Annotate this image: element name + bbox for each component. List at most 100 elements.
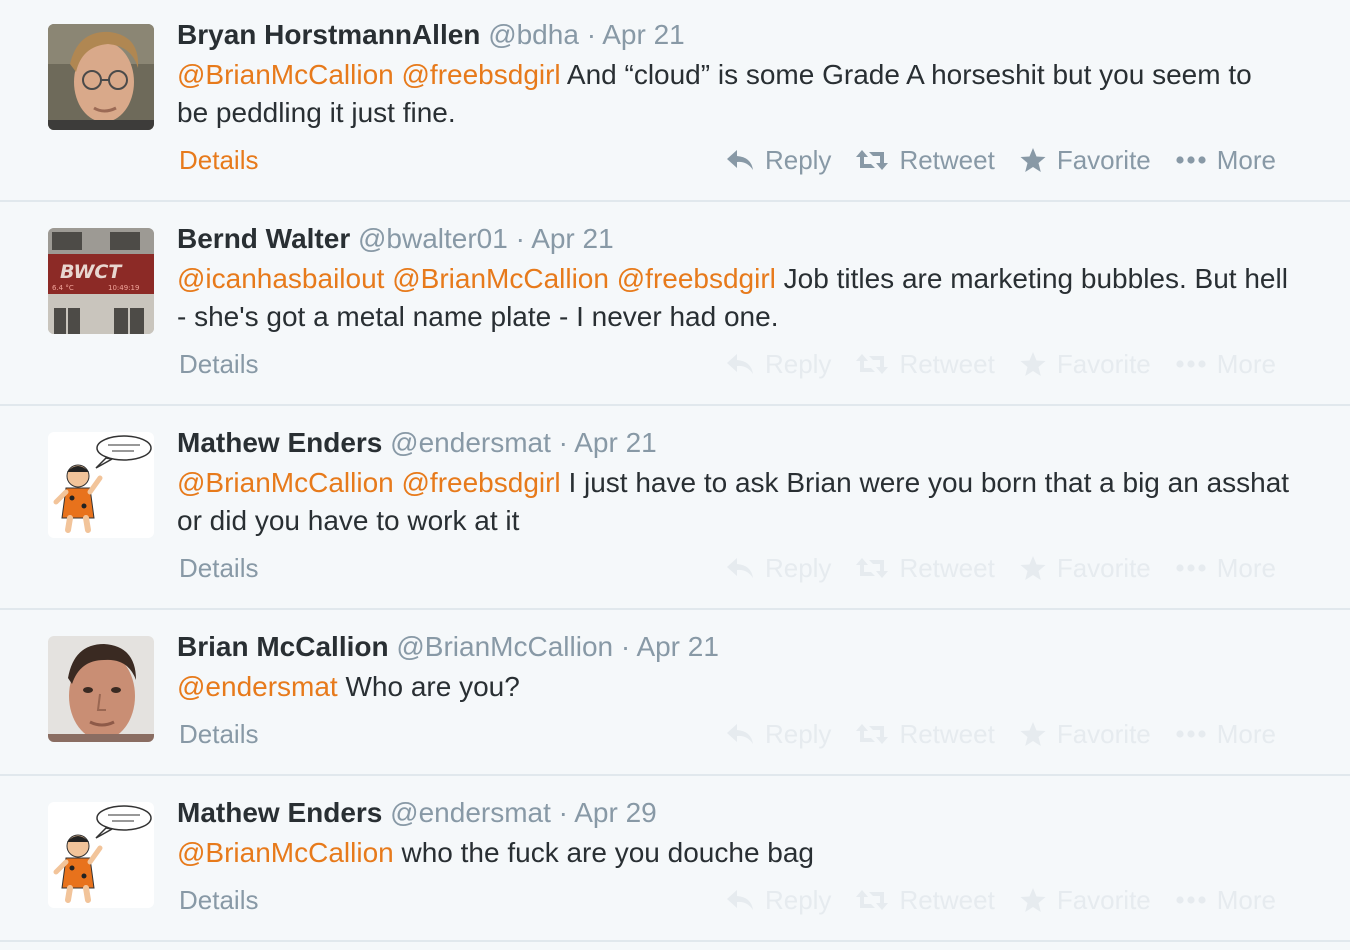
mention-link[interactable]: @BrianMcCallion	[177, 837, 394, 868]
mention-link[interactable]: @BrianMcCallion	[392, 263, 609, 294]
more-button[interactable]: More	[1175, 553, 1276, 584]
retweet-icon	[855, 886, 889, 914]
retweet-button[interactable]: Retweet	[855, 348, 995, 380]
avatar-sign-temperature: 6.4 °C	[52, 284, 74, 292]
details-link[interactable]: Details	[179, 140, 258, 180]
reply-button[interactable]: Reply	[725, 885, 831, 916]
more-label: More	[1216, 144, 1276, 175]
star-icon	[1019, 720, 1047, 748]
retweet-button[interactable]: Retweet	[855, 553, 995, 584]
more-dots-icon	[1175, 350, 1207, 378]
details-link[interactable]: Details	[179, 714, 258, 754]
tweet-item[interactable]: Brian McCallion @BrianMcCallion · Apr 21…	[0, 610, 1350, 776]
user-fullname[interactable]: Bernd Walter	[177, 223, 350, 254]
avatar[interactable]	[48, 24, 154, 130]
user-handle[interactable]: @endersmat	[390, 427, 551, 458]
mention-link[interactable]: @icanhasbailout	[177, 263, 384, 294]
tweet-timestamp[interactable]: Apr 29	[574, 797, 657, 828]
reply-button[interactable]: Reply	[725, 145, 831, 176]
details-link[interactable]: Details	[179, 548, 258, 588]
tweet-actions: Reply Retweet Favorite More	[701, 714, 1276, 754]
user-handle[interactable]: @bdha	[488, 19, 579, 50]
tweet-actions: Reply Retweet Favorite More	[701, 880, 1276, 920]
more-label: More	[1216, 552, 1276, 583]
tweet-timestamp[interactable]: Apr 21	[636, 631, 719, 662]
more-button[interactable]: More	[1175, 719, 1276, 750]
user-fullname[interactable]: Brian McCallion	[177, 631, 389, 662]
more-button[interactable]: More	[1175, 145, 1276, 176]
mention-link[interactable]: @endersmat	[177, 671, 338, 702]
more-button[interactable]: More	[1175, 349, 1276, 380]
retweet-label: Retweet	[899, 884, 995, 915]
avatar[interactable]	[48, 802, 154, 908]
user-handle[interactable]: @bwalter01	[358, 223, 508, 254]
portrait-man-avatar	[48, 636, 154, 742]
avatar[interactable]	[48, 636, 154, 742]
favorite-button[interactable]: Favorite	[1019, 719, 1151, 750]
avatar[interactable]	[48, 432, 154, 538]
mention-link[interactable]: @freebsdgirl	[402, 59, 561, 90]
tweet-item[interactable]: Mathew Enders @endersmat · Apr 29 @Brian…	[0, 776, 1350, 942]
reply-button[interactable]: Reply	[725, 553, 831, 584]
separator-dot: ·	[558, 427, 568, 458]
tweet-timestamp[interactable]: Apr 21	[602, 19, 685, 50]
details-link[interactable]: Details	[179, 880, 258, 920]
tweet-timestamp[interactable]: Apr 21	[574, 427, 657, 458]
mention-link[interactable]: @BrianMcCallion	[177, 467, 394, 498]
star-icon	[1019, 146, 1047, 174]
mention-link[interactable]: @freebsdgirl	[402, 467, 561, 498]
user-handle[interactable]: @BrianMcCallion	[396, 631, 613, 662]
tweet-footer: Details Reply Retweet Favorite More	[177, 548, 1290, 588]
user-fullname[interactable]: Mathew Enders	[177, 427, 382, 458]
separator-dot: ·	[558, 797, 568, 828]
tweet-footer: Details Reply Retweet Favorite More	[177, 880, 1290, 920]
tweet-text: @BrianMcCallion who the fuck are you dou…	[177, 834, 1290, 872]
favorite-label: Favorite	[1056, 144, 1151, 175]
favorite-label: Favorite	[1056, 552, 1151, 583]
reply-icon	[725, 350, 755, 378]
mention-link[interactable]: @BrianMcCallion	[177, 59, 394, 90]
cartoon-caveman-avatar	[48, 802, 154, 908]
tweet-text: @icanhasbailout @BrianMcCallion @freebsd…	[177, 260, 1290, 336]
favorite-button[interactable]: Favorite	[1019, 553, 1151, 584]
retweet-button[interactable]: Retweet	[855, 719, 995, 750]
tweet-header: Mathew Enders @endersmat · Apr 29	[177, 796, 1290, 830]
favorite-button[interactable]: Favorite	[1019, 349, 1151, 380]
more-dots-icon	[1175, 886, 1207, 914]
avatar[interactable]: BWCT 6.4 °C 10:49:19	[48, 228, 154, 334]
more-label: More	[1216, 884, 1276, 915]
retweet-label: Retweet	[899, 348, 995, 379]
retweet-button[interactable]: Retweet	[855, 145, 995, 176]
tweet-text: @BrianMcCallion @freebsdgirl And “cloud”…	[177, 56, 1290, 132]
user-fullname[interactable]: Bryan HorstmannAllen	[177, 19, 480, 50]
more-dots-icon	[1175, 554, 1207, 582]
tweet-actions: Reply Retweet Favorite More	[701, 344, 1276, 384]
retweet-icon	[855, 720, 889, 748]
details-link[interactable]: Details	[179, 344, 258, 384]
star-icon	[1019, 350, 1047, 378]
reply-button[interactable]: Reply	[725, 349, 831, 380]
reply-icon	[725, 554, 755, 582]
tweet-text: @BrianMcCallion @freebsdgirl I just have…	[177, 464, 1290, 540]
tweet-item[interactable]: BWCT 6.4 °C 10:49:19 Bernd Walter @bwalt…	[0, 202, 1350, 406]
user-fullname[interactable]: Mathew Enders	[177, 797, 382, 828]
tweet-timestamp[interactable]: Apr 21	[531, 223, 614, 254]
tweet-actions: Reply Retweet Favorite More	[701, 140, 1276, 180]
tweet-item[interactable]: Bryan HorstmannAllen @bdha · Apr 21 @Bri…	[0, 0, 1350, 202]
tweet-header: Mathew Enders @endersmat · Apr 21	[177, 426, 1290, 460]
reply-icon	[725, 146, 755, 174]
favorite-button[interactable]: Favorite	[1019, 885, 1151, 916]
tweet-body: who the fuck are you douche bag	[401, 837, 815, 868]
tweet-text: @endersmat Who are you?	[177, 668, 1290, 706]
reply-label: Reply	[764, 884, 832, 915]
reply-button[interactable]: Reply	[725, 719, 831, 750]
mention-link[interactable]: @freebsdgirl	[617, 263, 776, 294]
favorite-button[interactable]: Favorite	[1019, 145, 1151, 176]
user-handle[interactable]: @endersmat	[390, 797, 551, 828]
retweet-button[interactable]: Retweet	[855, 884, 995, 916]
more-button[interactable]: More	[1175, 885, 1276, 916]
retweet-icon	[855, 146, 889, 174]
reply-label: Reply	[764, 144, 832, 175]
tweet-footer: Details Reply Retweet Favorite More	[177, 344, 1290, 384]
tweet-item[interactable]: Mathew Enders @endersmat · Apr 21 @Brian…	[0, 406, 1350, 610]
